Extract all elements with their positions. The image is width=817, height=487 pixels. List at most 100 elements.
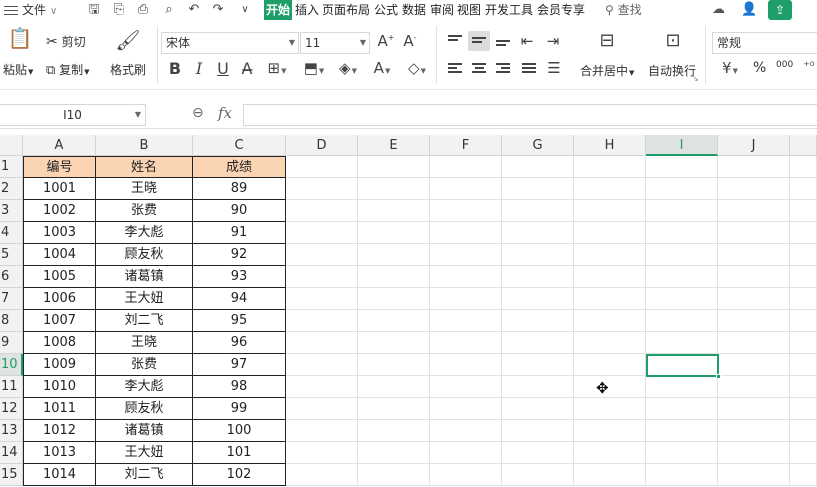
cell-B8[interactable]: 刘二飞 [96,310,193,332]
align-bottom-icon[interactable] [492,31,514,51]
cell-K3[interactable] [790,200,817,222]
cell-D5[interactable] [286,244,358,266]
cell-C9[interactable]: 96 [193,332,286,354]
cell-E12[interactable] [358,398,430,420]
font-size-select[interactable]: 11 ▼ [300,32,370,54]
cell-J10[interactable] [718,354,790,376]
cell-D13[interactable] [286,420,358,442]
cell-D4[interactable] [286,222,358,244]
cell-F3[interactable] [430,200,502,222]
cloud-icon[interactable]: ☁ [712,0,725,20]
cell-F4[interactable] [430,222,502,244]
column-header-a[interactable]: A [23,135,96,156]
merge-center-button[interactable]: 合并居中▼ [580,62,634,79]
cell-G7[interactable] [502,288,574,310]
share-button[interactable]: ⇪ [768,0,792,20]
cell-A3[interactable]: 1002 [23,200,96,222]
cell-D8[interactable] [286,310,358,332]
cell-C10[interactable]: 97 [193,354,286,376]
cell-B9[interactable]: 王晓 [96,332,193,354]
cell-B6[interactable]: 诸葛镇 [96,266,193,288]
cell-K5[interactable] [790,244,817,266]
cell-K2[interactable] [790,178,817,200]
cell-A4[interactable]: 1003 [23,222,96,244]
cell-G9[interactable] [502,332,574,354]
tab-member[interactable]: 会员专享 [537,0,585,20]
cell-I5[interactable] [646,244,718,266]
clear-format-icon[interactable]: ◇▼ [402,59,432,77]
cell-F11[interactable] [430,376,502,398]
cell-C11[interactable]: 98 [193,376,286,398]
cell-F9[interactable] [430,332,502,354]
search-box[interactable]: ⚲ 查找 [605,0,642,20]
cell-C14[interactable]: 101 [193,442,286,464]
increase-font-icon[interactable]: A+ [377,32,395,50]
tab-view[interactable]: 视图 [457,0,481,20]
cell-C15[interactable]: 102 [193,464,286,486]
cell-B11[interactable]: 李大彪 [96,376,193,398]
cell-F1[interactable] [430,156,502,178]
row-header-13[interactable]: 13 [0,420,23,442]
undo-icon[interactable]: ↶ [185,0,203,20]
percent-button[interactable]: % [753,60,766,76]
underline-icon[interactable]: U [214,59,232,78]
cell-C13[interactable]: 100 [193,420,286,442]
cell-K12[interactable] [790,398,817,420]
file-menu[interactable]: 文件 ∨ [4,0,74,20]
cell-G14[interactable] [502,442,574,464]
cell-D7[interactable] [286,288,358,310]
tab-review[interactable]: 审阅 [430,0,454,20]
font-name-select[interactable]: 宋体 ▼ [161,32,299,54]
tab-page-layout[interactable]: 页面布局 [322,0,370,20]
tab-formulas[interactable]: 公式 [374,0,398,20]
cell-D6[interactable] [286,266,358,288]
paste-icon[interactable]: 📋 [6,26,34,50]
cell-E13[interactable] [358,420,430,442]
row-header-15[interactable]: 15 [0,464,23,486]
row-header-2[interactable]: 2 [0,178,23,200]
cell-B1[interactable]: 姓名 [96,156,193,178]
row-header-12[interactable]: 12 [0,398,23,420]
cell-K10[interactable] [790,354,817,376]
cell-G3[interactable] [502,200,574,222]
thousands-separator-button[interactable]: 000 [776,60,793,70]
cell-J1[interactable] [718,156,790,178]
tab-home[interactable]: 开始 [264,0,293,20]
cell-G13[interactable] [502,420,574,442]
cell-K4[interactable] [790,222,817,244]
number-format-select[interactable]: 常规 [712,32,817,54]
cell-G1[interactable] [502,156,574,178]
cell-B10[interactable]: 张费 [96,354,193,376]
cell-K13[interactable] [790,420,817,442]
cell-F6[interactable] [430,266,502,288]
align-center-icon[interactable] [468,59,490,79]
cell-J5[interactable] [718,244,790,266]
cell-J14[interactable] [718,442,790,464]
increase-decimal-icon[interactable]: ⁺⁰ [800,59,817,73]
cell-A2[interactable]: 1001 [23,178,96,200]
cell-H8[interactable] [574,310,646,332]
cell-K7[interactable] [790,288,817,310]
cell-G2[interactable] [502,178,574,200]
cell-C3[interactable]: 90 [193,200,286,222]
fill-color-icon[interactable]: ◈▼ [333,59,363,77]
cell-I7[interactable] [646,288,718,310]
tab-developer[interactable]: 开发工具 [485,0,533,20]
cell-J12[interactable] [718,398,790,420]
column-header-f[interactable]: F [430,135,502,156]
cell-A9[interactable]: 1008 [23,332,96,354]
cell-F14[interactable] [430,442,502,464]
cell-I12[interactable] [646,398,718,420]
cell-C12[interactable]: 99 [193,398,286,420]
format-painter-button[interactable]: 格式刷 [110,61,146,78]
cell-A5[interactable]: 1004 [23,244,96,266]
row-header-10[interactable]: 10 [0,354,23,376]
cell-K15[interactable] [790,464,817,486]
quick-access-dropdown-icon[interactable]: ∨ [236,0,254,20]
increase-indent-icon[interactable]: ⇥ [544,32,562,50]
cell-A13[interactable]: 1012 [23,420,96,442]
cell-F8[interactable] [430,310,502,332]
cell-H13[interactable] [574,420,646,442]
cell-F12[interactable] [430,398,502,420]
cell-F13[interactable] [430,420,502,442]
